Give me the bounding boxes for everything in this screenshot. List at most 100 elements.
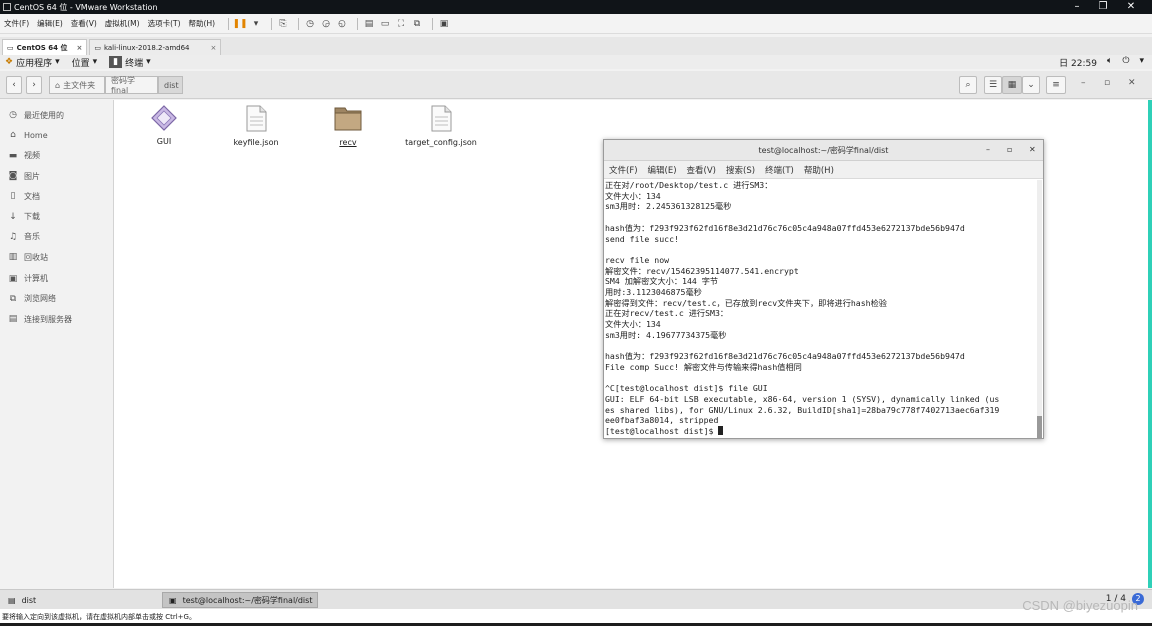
menu-help[interactable]: 帮助(H): [189, 18, 216, 29]
sidebar-item-network[interactable]: ⧉ 浏览网络: [0, 289, 113, 309]
file-item-target-config[interactable]: target_config.json: [396, 105, 486, 147]
computer-icon: ▣: [8, 273, 18, 284]
terminal-output[interactable]: 正在对/root/Desktop/test.c 进行SM3： 文件大小：134 sm…: [605, 180, 1037, 438]
breadcrumb-home[interactable]: ⌂ 主文件夹: [49, 76, 105, 94]
task-item-dist[interactable]: ▤ dist: [2, 592, 162, 608]
sidebar-item-downloads[interactable]: ↓ 下载: [0, 206, 113, 226]
console-view-icon[interactable]: ▣: [438, 18, 450, 30]
search-button[interactable]: ⌕: [959, 76, 977, 94]
menu-tabs[interactable]: 选项卡(T): [148, 18, 181, 29]
file-name: GUI: [156, 137, 172, 146]
status-hint: 要将输入定向到该虚拟机，请在虚拟机内部单击或按 Ctrl+G。: [2, 613, 196, 621]
view-options-button[interactable]: ⌄: [1022, 76, 1040, 94]
file-manager-toolbar: ‹ › ⌂ 主文件夹 密码学final dist ⌕ ☰ ▦ ⌄ ≡ – ▫ ✕: [0, 71, 1152, 99]
sidebar-item-documents[interactable]: ▯ 文档: [0, 186, 113, 206]
menu-view[interactable]: 查看(V): [71, 18, 97, 29]
close-tab-icon[interactable]: ×: [211, 44, 217, 52]
clock-icon: ◷: [9, 110, 17, 121]
camera-icon: ◙: [8, 171, 18, 182]
terminal-scrollbar[interactable]: [1037, 180, 1042, 438]
list-view-button[interactable]: ☰: [984, 76, 1002, 94]
places-sidebar: ◷ 最近使用的 ⌂ Home ▬ 视频 ◙ 图片 ▯ 文档 ↓ 下载 ♫ 音乐 ▥ 回收站 ▣ 计…: [0, 100, 114, 588]
breadcrumb-dist[interactable]: dist: [158, 76, 183, 94]
breadcrumb-label: 密码学final: [111, 76, 135, 95]
minimize-icon[interactable]: –: [1064, 0, 1090, 13]
library-icon[interactable]: ▤: [363, 18, 375, 30]
list-view-icon: ☰: [988, 80, 998, 90]
grid-view-button[interactable]: ▦: [1002, 76, 1022, 94]
terminal-menu-terminal[interactable]: 终端(T): [765, 164, 794, 176]
chevron-down-icon: ▾: [146, 57, 151, 67]
pause-icon[interactable]: ❚❚: [232, 18, 247, 30]
applications-menu[interactable]: ❖ 应用程序 ▾: [5, 56, 60, 69]
sidebar-item-trash[interactable]: ▥ 回收站: [0, 247, 113, 267]
menu-button[interactable]: ≡: [1046, 76, 1066, 94]
chevron-left-icon: ‹: [12, 80, 16, 90]
close-icon[interactable]: ✕: [1128, 78, 1136, 88]
file-item-gui[interactable]: GUI: [119, 105, 209, 146]
terminal-line: hash值为：f293f923f62fd16f8e3d21d76c76c05c4…: [605, 222, 965, 233]
restore-icon[interactable]: ❐: [1090, 0, 1116, 13]
tab-centos[interactable]: ▭ CentOS 64 位 ×: [2, 39, 88, 55]
chevron-right-icon: ›: [32, 80, 36, 90]
sidebar-item-recent[interactable]: ◷ 最近使用的: [0, 105, 113, 125]
sidebar-item-pictures[interactable]: ◙ 图片: [0, 166, 113, 186]
back-button[interactable]: ‹: [6, 76, 22, 94]
terminal-title-bar[interactable]: test@localhost:~/密码学final/dist – ▫ ✕: [604, 140, 1043, 161]
snapshot-manager-icon[interactable]: ◵: [336, 18, 348, 30]
tab-label: kali-linux-2018.2-amd64: [103, 43, 190, 52]
minimize-icon[interactable]: –: [986, 145, 990, 154]
terminal-menu-view[interactable]: 查看(V): [687, 164, 716, 176]
tab-kali[interactable]: ▭ kali-linux-2018.2-amd64 ×: [89, 39, 222, 55]
clock[interactable]: 日 22:59: [1059, 56, 1097, 69]
watermark: CSDN @biyezuopin: [1022, 598, 1138, 613]
scrollbar-thumb[interactable]: [1037, 416, 1042, 438]
terminal-menu-search[interactable]: 搜索(S): [726, 164, 755, 176]
dropdown-icon[interactable]: ▾: [250, 18, 262, 30]
forward-button[interactable]: ›: [26, 76, 42, 94]
terminal-menu-file[interactable]: 文件(F): [609, 164, 638, 176]
terminal-app-menu[interactable]: ▮ 终端 ▾: [109, 56, 151, 69]
menu-edit[interactable]: 编辑(E): [37, 18, 63, 29]
minimize-icon[interactable]: –: [1081, 78, 1086, 88]
close-icon[interactable]: ✕: [1118, 0, 1144, 13]
task-item-terminal[interactable]: ▣ test@localhost:~/密码学final/dist: [162, 592, 318, 608]
revert-snapshot-icon[interactable]: ◶: [320, 18, 332, 30]
terminal-line: 文件大小：134: [605, 190, 661, 201]
sidebar-item-connect-server[interactable]: ▤ 连接到服务器: [0, 309, 113, 329]
places-menu[interactable]: 位置 ▾: [72, 56, 98, 69]
thumbnail-icon[interactable]: ▭: [379, 18, 391, 30]
volume-icon[interactable]: 🔈︎: [1107, 56, 1112, 69]
sidebar-item-videos[interactable]: ▬ 视频: [0, 146, 113, 166]
maximize-icon[interactable]: ▫: [1007, 145, 1012, 154]
close-tab-icon[interactable]: ×: [76, 44, 82, 52]
sidebar-item-label: 最近使用的: [24, 110, 64, 120]
maximize-icon[interactable]: ▫: [1104, 78, 1110, 88]
video-icon: ▬: [8, 150, 18, 161]
breadcrumb-crypto-final[interactable]: 密码学final: [105, 76, 158, 95]
terminal-menu-edit[interactable]: 编辑(E): [648, 164, 677, 176]
sidebar-item-label: 视频: [24, 151, 40, 161]
terminal-line: 正在对recv/test.c 进行SM3：: [605, 308, 729, 319]
menu-vm[interactable]: 虚拟机(M): [105, 18, 140, 29]
sidebar-item-music[interactable]: ♫ 音乐: [0, 227, 113, 247]
terminal-line: GUI: ELF 64-bit LSB executable, x86-64, …: [605, 394, 1000, 405]
unity-icon[interactable]: ⧉: [411, 18, 423, 30]
terminal-window[interactable]: test@localhost:~/密码学final/dist – ▫ ✕ 文件(…: [603, 139, 1044, 439]
file-item-recv[interactable]: recv: [303, 105, 393, 147]
toolbar-separator: [432, 17, 434, 30]
sidebar-item-home[interactable]: ⌂ Home: [0, 125, 113, 145]
chevron-down-icon[interactable]: ▾: [1139, 56, 1144, 69]
terminal-line: hash值为：f293f923f62fd16f8e3d21d76c76c05c4…: [605, 351, 965, 362]
fullscreen-icon[interactable]: ⛶: [395, 18, 407, 30]
terminal-line: 正在对/root/Desktop/test.c 进行SM3：: [605, 180, 773, 190]
menu-file[interactable]: 文件(F): [4, 18, 29, 29]
sidebar-item-computer[interactable]: ▣ 计算机: [0, 268, 113, 288]
close-icon[interactable]: ✕: [1029, 145, 1036, 154]
file-item-keyfile[interactable]: keyfile.json: [211, 105, 301, 147]
send-keys-icon[interactable]: ⎘: [277, 18, 289, 30]
snapshot-icon[interactable]: ◷: [304, 18, 316, 30]
terminal-menu-help[interactable]: 帮助(H): [804, 164, 834, 176]
chevron-down-icon: ▾: [92, 57, 98, 67]
power-icon[interactable]: ⏻: [1122, 56, 1129, 69]
